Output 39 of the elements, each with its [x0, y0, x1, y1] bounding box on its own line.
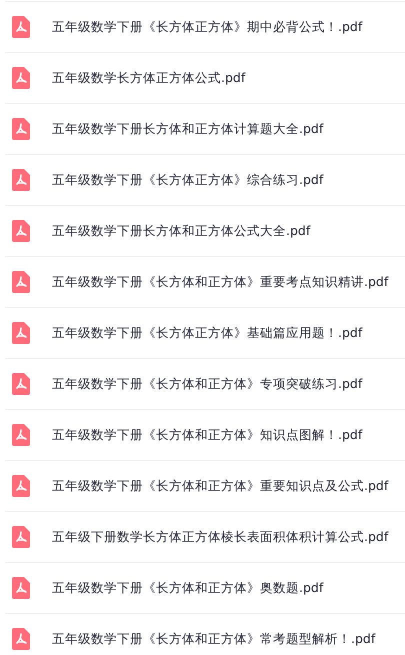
file-name: 五年级数学下册《长方体和正方体》重要考点知识精讲.pdf [52, 274, 388, 290]
file-name: 五年级数学下册《长方体正方体》基础篇应用题！.pdf [52, 324, 362, 342]
pdf-file-icon [12, 577, 30, 599]
file-name: 五年级数学下册《长方体和正方体》重要知识点及公式.pdf [52, 478, 388, 494]
file-name: 五年级数学下册《长方体正方体》综合练习.pdf [52, 172, 324, 188]
pdf-file-icon [12, 322, 30, 344]
pdf-file-icon [12, 628, 30, 650]
file-row[interactable]: 五年级数学下册《长方体和正方体》重要考点知识精讲.pdf [5, 256, 405, 307]
file-name: 五年级数学下册《长方体和正方体》专项突破练习.pdf [52, 376, 362, 392]
pdf-file-icon [12, 526, 30, 548]
file-row[interactable]: 五年级数学下册《长方体和正方体》专项突破练习.pdf [5, 358, 405, 409]
file-row[interactable]: 五年级数学下册长方体和正方体计算题大全.pdf [5, 103, 405, 154]
file-row[interactable]: 五年级数学下册《长方体正方体》基础篇应用题！.pdf [5, 307, 405, 358]
pdf-file-icon [12, 16, 30, 38]
file-name: 五年级数学下册《长方体和正方体》奥数题.pdf [52, 580, 324, 596]
file-row[interactable]: 五年级数学下册《长方体和正方体》重要知识点及公式.pdf [5, 460, 405, 511]
file-row[interactable]: 五年级下册数学长方体正方体棱长表面积体积计算公式.pdf [5, 511, 405, 562]
file-row[interactable]: 五年级数学下册《长方体和正方体》知识点图解！.pdf [5, 409, 405, 460]
file-row[interactable]: 五年级数学长方体正方体公式.pdf [5, 52, 405, 103]
file-name: 五年级下册数学长方体正方体棱长表面积体积计算公式.pdf [52, 528, 388, 546]
file-name: 五年级数学下册《长方体和正方体》常考题型解析！.pdf [52, 630, 376, 648]
file-row[interactable]: 五年级数学下册长方体和正方体公式大全.pdf [5, 205, 405, 256]
pdf-file-icon [12, 118, 30, 140]
pdf-file-icon [12, 169, 30, 191]
file-row[interactable]: 五年级数学下册《长方体正方体》期中必背公式！.pdf [5, 1, 405, 52]
pdf-file-icon [12, 67, 30, 89]
file-row[interactable]: 五年级数学下册《长方体和正方体》常考题型解析！.pdf [5, 613, 405, 655]
file-name: 五年级数学下册《长方体正方体》期中必背公式！.pdf [52, 18, 362, 36]
file-name: 五年级数学下册长方体和正方体公式大全.pdf [52, 222, 310, 240]
pdf-file-icon [12, 220, 30, 242]
pdf-file-icon [12, 271, 30, 293]
file-name: 五年级数学下册长方体和正方体计算题大全.pdf [52, 120, 324, 138]
file-name: 五年级数学长方体正方体公式.pdf [52, 70, 246, 86]
file-row[interactable]: 五年级数学下册《长方体和正方体》奥数题.pdf [5, 562, 405, 613]
pdf-file-icon [12, 373, 30, 395]
pdf-file-icon [12, 424, 30, 446]
file-name: 五年级数学下册《长方体和正方体》知识点图解！.pdf [52, 426, 362, 444]
pdf-file-icon [12, 475, 30, 497]
file-row[interactable]: 五年级数学下册《长方体正方体》综合练习.pdf [5, 154, 405, 205]
